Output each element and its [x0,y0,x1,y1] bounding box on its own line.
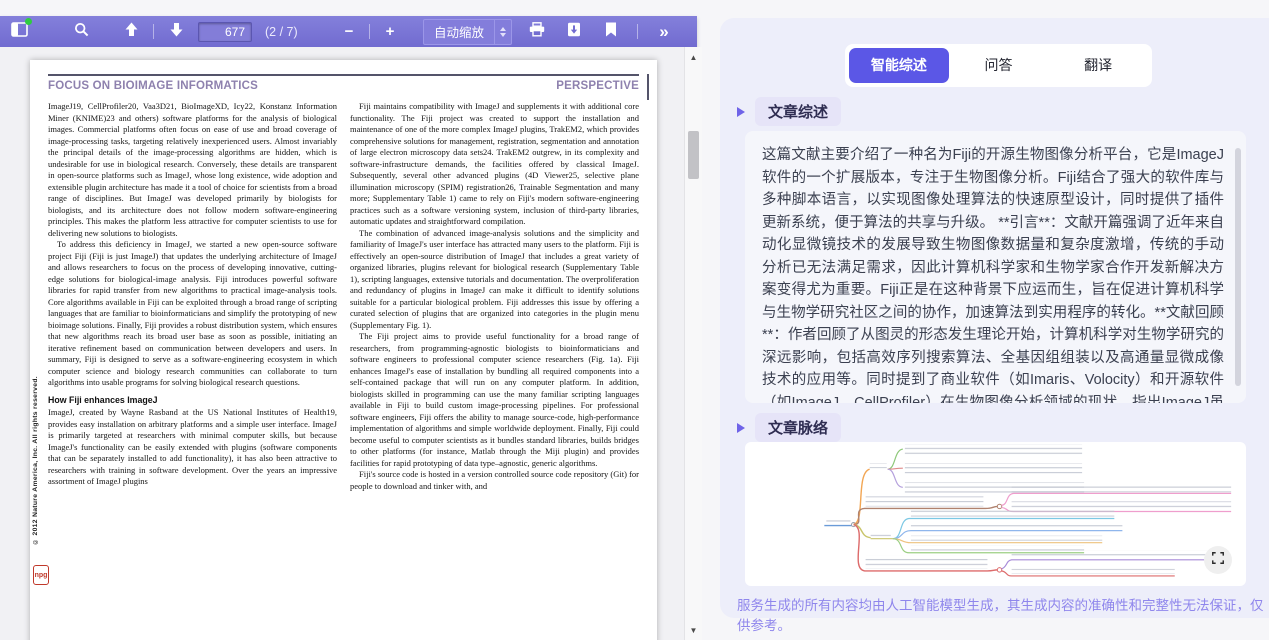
paragraph: Fiji maintains compatibility with ImageJ… [350,101,639,228]
paragraph: To address this deficiency in ImageJ, we… [48,239,337,389]
tab-bar: 智能综述 问答 翻译 [845,44,1152,87]
plus-icon: + [386,24,395,39]
previous-page-button[interactable] [120,20,142,44]
ai-disclaimer: 服务生成的所有内容均由人工智能模型生成，其生成内容的准确性和完整性无法保证，仅供… [737,594,1269,634]
pdf-left-column: ImageJ19, CellProfiler20, Vaa3D21, BioIm… [48,101,337,492]
summary-text: 这篇文献主要介绍了一种名为Fiji的开源生物图像分析平台，它是ImageJ软件的… [762,144,1224,403]
scroll-down-button[interactable]: ▼ [685,622,702,638]
perspective-header-label: PERSPECTIVE [556,80,639,92]
collapse-arrow-icon[interactable] [737,107,745,117]
pdf-viewer: (2 / 7) − + 自动缩放 [0,0,701,640]
summary-scroll-thumb[interactable] [1235,148,1241,386]
minus-icon: − [345,24,354,39]
toolbar-separator [153,24,154,39]
mindmap-image [745,442,1246,586]
toolbar-separator [637,24,638,39]
article-outline-section-header: 文章脉络 [737,413,841,442]
sidebar-toggle-icon [11,22,28,42]
download-icon [567,22,581,42]
search-button[interactable] [70,20,92,44]
printer-icon [529,22,545,42]
paragraph: The combination of advanced image-analys… [350,228,639,332]
spinner-icon [494,20,511,44]
double-chevron-icon: » [659,23,668,40]
toolbar-separator [369,24,370,39]
print-button[interactable] [526,20,548,44]
article-summary-label: 文章综述 [755,97,841,126]
arrow-up-icon [125,22,138,42]
fullscreen-icon [1211,551,1225,570]
tab-smart-summary[interactable]: 智能综述 [849,48,949,83]
npg-logo: npg [33,565,49,585]
zoom-in-button[interactable]: + [379,20,401,44]
pdf-toolbar: (2 / 7) − + 自动缩放 [0,16,697,48]
download-button[interactable] [563,20,585,44]
pdf-page: FOCUS ON BIOIMAGE INFORMATICS PERSPECTIV… [30,60,657,640]
page-count-label: (2 / 7) [265,25,298,39]
ai-assistant-panel: 智能综述 问答 翻译 文章综述 这篇文献主要介绍了一种名为Fiji的开源生物图像… [720,18,1269,618]
pdf-scrollbar[interactable]: ▲ ▼ [684,47,702,640]
summary-card: 这篇文献主要介绍了一种名为Fiji的开源生物图像分析平台，它是ImageJ软件的… [745,131,1246,403]
tab-translate[interactable]: 翻译 [1048,48,1148,83]
scroll-thumb[interactable] [688,131,699,179]
search-icon [74,22,89,42]
pdf-right-column: Fiji maintains compatibility with ImageJ… [350,101,639,492]
section-heading: How Fiji enhances ImageJ [48,395,337,407]
paragraph: ImageJ19, CellProfiler20, Vaa3D21, BioIm… [48,101,337,239]
paragraph: Fiji's source code is hosted in a versio… [350,469,639,492]
next-page-button[interactable] [165,20,187,44]
page-number-input[interactable] [198,22,252,42]
bookmark-button[interactable] [600,20,622,44]
running-head: FOCUS ON BIOIMAGE INFORMATICS PERSPECTIV… [48,74,639,92]
collapse-arrow-icon[interactable] [737,423,745,433]
tab-qa[interactable]: 问答 [949,48,1049,83]
expand-mindmap-button[interactable] [1204,546,1232,574]
zoom-select-label: 自动缩放 [424,22,494,41]
focus-header-label: FOCUS ON BIOIMAGE INFORMATICS [48,80,258,92]
status-dot-icon [25,18,32,25]
bookmark-icon [605,22,617,42]
paragraph: The Fiji project aims to provide useful … [350,331,639,469]
scroll-up-button[interactable]: ▲ [685,49,702,65]
app: (2 / 7) − + 自动缩放 [0,0,1269,640]
article-outline-label: 文章脉络 [755,413,841,442]
paragraph: ImageJ, created by Wayne Rasband at the … [48,407,337,488]
zoom-out-button[interactable]: − [338,20,360,44]
article-summary-section-header: 文章综述 [737,97,841,126]
sidebar-toggle-button[interactable] [8,20,30,44]
zoom-select[interactable]: 自动缩放 [423,19,512,45]
mindmap-card [745,442,1246,586]
arrow-down-icon [170,22,183,42]
copyright-sidebar-text: © 2012 Nature America, Inc. All rights r… [32,295,39,545]
pdf-canvas-area: FOCUS ON BIOIMAGE INFORMATICS PERSPECTIV… [0,47,684,640]
secondary-toolbar-toggle-button[interactable]: » [653,20,675,44]
